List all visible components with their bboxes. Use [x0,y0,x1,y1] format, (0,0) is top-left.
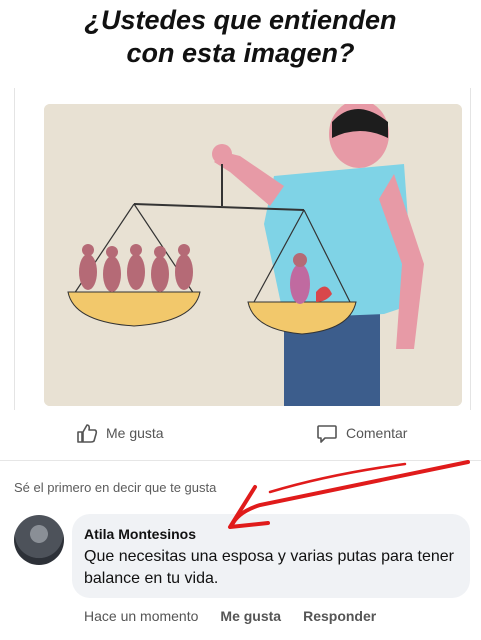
red-arrow-annotation [228,460,470,529]
